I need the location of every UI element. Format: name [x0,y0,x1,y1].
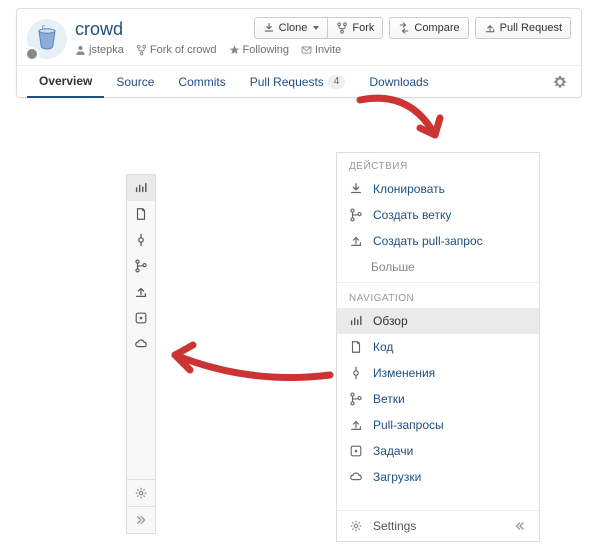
repo-header-card: crowd jstepka Fork of crowd Following In… [16,8,582,98]
panel-create-branch[interactable]: Создать ветку [337,202,539,228]
panel-changes[interactable]: Изменения [337,360,539,386]
compare-icon [398,22,410,34]
clone-label: Clone [279,22,308,34]
branch-icon [349,392,363,406]
bucket-icon [35,25,59,53]
clone-fork-group: Clone Fork [254,17,384,39]
panel-downloads[interactable]: Загрузки [337,464,539,490]
sidebar-expand[interactable] [127,507,155,533]
annotation-arrow-left [160,330,340,390]
sidebar-pull-requests[interactable] [127,279,155,305]
upload-icon [349,418,363,432]
panel-settings-label[interactable]: Settings [373,519,416,533]
fork-button[interactable]: Fork [328,17,383,39]
panel-more[interactable]: Больше [337,254,539,280]
invite-label: Invite [315,44,341,56]
tab-commits[interactable]: Commits [166,67,237,97]
gear-icon [134,486,148,500]
panel-code[interactable]: Код [337,334,539,360]
panel-clone-label: Клонировать [373,182,445,196]
fork-icon [136,45,147,56]
sidebar-overview[interactable] [127,175,155,201]
panel-create-pr[interactable]: Создать pull-запрос [337,228,539,254]
panel-pull-requests[interactable]: Pull-запросы [337,412,539,438]
avatar-badge [25,47,39,61]
repo-owner[interactable]: jstepka [75,44,124,56]
branch-icon [349,208,363,222]
cloud-icon [134,337,148,351]
commit-icon [134,233,148,247]
repo-owner-label: jstepka [89,44,124,56]
pull-request-button[interactable]: Pull Request [475,17,571,39]
fork-of-label: Fork of crowd [150,44,217,56]
tab-pull-requests[interactable]: Pull Requests 4 [238,67,358,97]
fork-icon [336,22,348,34]
tab-pull-requests-label: Pull Requests [250,75,324,89]
panel-downloads-label: Загрузки [373,470,421,484]
pull-request-icon [349,234,363,248]
sidebar-settings[interactable] [127,480,155,506]
issue-icon [134,311,148,325]
fork-label: Fork [352,22,374,34]
sidebar-issues[interactable] [127,305,155,331]
tab-pull-requests-count: 4 [328,75,346,89]
fork-of[interactable]: Fork of crowd [136,44,217,56]
following[interactable]: Following [229,44,289,56]
file-icon [134,207,148,221]
panel-issues-label: Задачи [373,444,413,458]
panel-create-branch-label: Создать ветку [373,208,451,222]
tab-source[interactable]: Source [104,67,166,97]
bar-chart-icon [349,314,363,328]
panel-changes-label: Изменения [373,366,435,380]
panel-branches-label: Ветки [373,392,405,406]
section-nav-title: NAVIGATION [337,285,539,308]
pull-request-label: Pull Request [500,22,562,34]
settings-gear-button[interactable] [549,67,571,97]
panel-clone[interactable]: Клонировать [337,176,539,202]
download-icon [263,22,275,34]
commit-icon [349,366,363,380]
cloud-icon [349,470,363,484]
compare-button[interactable]: Compare [389,17,468,39]
caret-down-icon [313,26,319,30]
chevron-left-double-icon [513,519,527,533]
panel-issues[interactable]: Задачи [337,438,539,464]
tab-row: Overview Source Commits Pull Requests 4 … [17,65,581,97]
star-icon [229,45,240,56]
download-icon [349,182,363,196]
panel-collapse-button[interactable] [513,519,527,533]
panel-pull-requests-label: Pull-запросы [373,418,444,432]
panel-overview-label: Обзор [373,314,408,328]
mail-icon [301,45,312,56]
tab-downloads[interactable]: Downloads [357,67,440,97]
gear-icon [349,519,363,533]
following-label: Following [243,44,289,56]
gear-icon [553,75,567,89]
panel-code-label: Код [373,340,393,354]
panel-create-pr-label: Создать pull-запрос [373,234,483,248]
file-icon [349,340,363,354]
clone-button[interactable]: Clone [254,17,329,39]
chevron-right-double-icon [134,513,148,527]
sidebar-code[interactable] [127,201,155,227]
issue-icon [349,444,363,458]
panel-footer: Settings [337,510,539,541]
section-actions-title: ДЕЙСТВИЯ [337,153,539,176]
panel-overview[interactable]: Обзор [337,308,539,334]
pull-request-icon [484,22,496,34]
sidebar-downloads[interactable] [127,331,155,357]
compare-label: Compare [414,22,459,34]
user-icon [75,45,86,56]
bar-chart-icon [134,181,148,195]
branch-icon [134,259,148,273]
repo-avatar[interactable] [27,19,67,59]
sidebar-branches[interactable] [127,253,155,279]
tab-overview[interactable]: Overview [27,66,104,98]
expanded-sidebar-panel: ДЕЙСТВИЯ Клонировать Создать ветку Созда… [336,152,540,542]
upload-icon [134,285,148,299]
panel-branches[interactable]: Ветки [337,386,539,412]
sidebar-changes[interactable] [127,227,155,253]
invite[interactable]: Invite [301,44,341,56]
collapsed-sidebar [126,174,156,534]
